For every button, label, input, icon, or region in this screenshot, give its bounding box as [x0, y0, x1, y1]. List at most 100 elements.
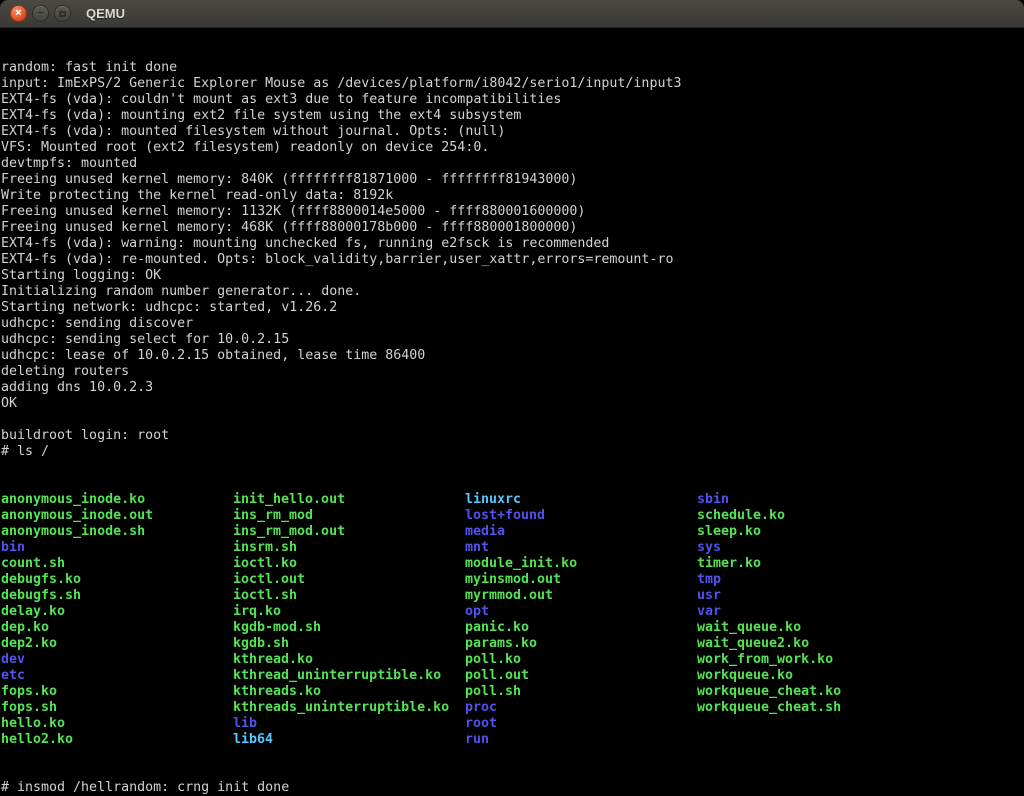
listing-row: anonymous_inode.shins_rm_mod.outmediasle…	[1, 524, 1024, 540]
close-icon: ×	[15, 8, 21, 19]
file-entry: workqueue.ko	[697, 668, 929, 684]
file-entry: ins_rm_mod	[233, 508, 465, 524]
log-line: # ls /	[1, 444, 1024, 460]
file-entry: kgdb.sh	[233, 636, 465, 652]
log-line: EXT4-fs (vda): warning: mounting uncheck…	[1, 236, 1024, 252]
log-line: Freeing unused kernel memory: 840K (ffff…	[1, 172, 1024, 188]
log-line: # insmod /hellrandom: crng init done	[1, 780, 1024, 796]
listing-row: fops.kokthreads.kopoll.shworkqueue_cheat…	[1, 684, 1024, 700]
file-entry: run	[465, 732, 697, 748]
file-entry: tmp	[697, 572, 929, 588]
boot-log: random: fast init doneinput: ImExPS/2 Ge…	[1, 60, 1024, 460]
file-entry: proc	[465, 700, 697, 716]
minimize-icon: −	[37, 8, 43, 19]
log-line: EXT4-fs (vda): mounting ext2 file system…	[1, 108, 1024, 124]
file-entry: ioctl.out	[233, 572, 465, 588]
file-entry: var	[697, 604, 929, 620]
file-entry: lib	[233, 716, 465, 732]
listing-row: devkthread.kopoll.kowork_from_work.ko	[1, 652, 1024, 668]
listing-row: hello2.kolib64run	[1, 732, 1024, 748]
log-line: devtmpfs: mounted	[1, 156, 1024, 172]
file-entry: irq.ko	[233, 604, 465, 620]
close-button[interactable]: ×	[10, 5, 27, 22]
listing-row: debugfs.koioctl.outmyinsmod.outtmp	[1, 572, 1024, 588]
log-line: udhcpc: sending discover	[1, 316, 1024, 332]
file-entry: root	[465, 716, 697, 732]
file-entry: sbin	[697, 492, 929, 508]
file-entry: kthreads.ko	[233, 684, 465, 700]
qemu-window: × − QEMU random: fast init doneinput: Im…	[0, 0, 1024, 796]
window-controls: × −	[10, 5, 76, 22]
file-entry: anonymous_inode.ko	[1, 492, 233, 508]
file-listing: anonymous_inode.koinit_hello.outlinuxrcs…	[1, 492, 1024, 748]
log-line: VFS: Mounted root (ext2 filesystem) read…	[1, 140, 1024, 156]
tail-log: # insmod /hellrandom: crng init done# in…	[1, 780, 1024, 796]
terminal-screen[interactable]: random: fast init doneinput: ImExPS/2 Ge…	[0, 28, 1024, 796]
listing-row: dep2.kokgdb.shparams.kowait_queue2.ko	[1, 636, 1024, 652]
file-entry: work_from_work.ko	[697, 652, 929, 668]
log-line: EXT4-fs (vda): mounted filesystem withou…	[1, 124, 1024, 140]
log-line	[1, 412, 1024, 428]
file-entry: opt	[465, 604, 697, 620]
file-entry: init_hello.out	[233, 492, 465, 508]
log-line: Freeing unused kernel memory: 468K (ffff…	[1, 220, 1024, 236]
log-line: udhcpc: lease of 10.0.2.15 obtained, lea…	[1, 348, 1024, 364]
file-entry: panic.ko	[465, 620, 697, 636]
listing-row: anonymous_inode.koinit_hello.outlinuxrcs…	[1, 492, 1024, 508]
listing-row: hello.kolibroot	[1, 716, 1024, 732]
file-entry: usr	[697, 588, 929, 604]
file-entry: hello2.ko	[1, 732, 233, 748]
file-entry: kgdb-mod.sh	[233, 620, 465, 636]
file-entry: ioctl.sh	[233, 588, 465, 604]
window-title: QEMU	[86, 6, 125, 21]
file-entry: sleep.ko	[697, 524, 929, 540]
file-entry: params.ko	[465, 636, 697, 652]
file-entry: anonymous_inode.out	[1, 508, 233, 524]
minimize-button[interactable]: −	[32, 5, 49, 22]
log-line: input: ImExPS/2 Generic Explorer Mouse a…	[1, 76, 1024, 92]
listing-row: bininsrm.shmntsys	[1, 540, 1024, 556]
file-entry: delay.ko	[1, 604, 233, 620]
file-entry: kthread.ko	[233, 652, 465, 668]
file-entry: fops.ko	[1, 684, 233, 700]
log-line: OK	[1, 396, 1024, 412]
file-entry: ioctl.ko	[233, 556, 465, 572]
file-entry: mnt	[465, 540, 697, 556]
file-entry: bin	[1, 540, 233, 556]
log-line: buildroot login: root	[1, 428, 1024, 444]
file-entry: kthread_uninterruptible.ko	[233, 668, 465, 684]
log-line: Starting network: udhcpc: started, v1.26…	[1, 300, 1024, 316]
listing-row: dep.kokgdb-mod.shpanic.kowait_queue.ko	[1, 620, 1024, 636]
file-entry: dep.ko	[1, 620, 233, 636]
file-entry: hello.ko	[1, 716, 233, 732]
listing-row: count.shioctl.komodule_init.kotimer.ko	[1, 556, 1024, 572]
file-entry: timer.ko	[697, 556, 929, 572]
maximize-button[interactable]	[54, 5, 71, 22]
file-entry: debugfs.sh	[1, 588, 233, 604]
log-line: random: fast init done	[1, 60, 1024, 76]
file-entry: lib64	[233, 732, 465, 748]
file-entry: myrmmod.out	[465, 588, 697, 604]
listing-row: anonymous_inode.outins_rm_modlost+founds…	[1, 508, 1024, 524]
file-entry: module_init.ko	[465, 556, 697, 572]
file-entry: sys	[697, 540, 929, 556]
log-line: udhcpc: sending select for 10.0.2.15	[1, 332, 1024, 348]
log-line: EXT4-fs (vda): re-mounted. Opts: block_v…	[1, 252, 1024, 268]
file-entry: workqueue_cheat.sh	[697, 700, 929, 716]
file-entry: anonymous_inode.sh	[1, 524, 233, 540]
file-entry: poll.sh	[465, 684, 697, 700]
log-line: deleting routers	[1, 364, 1024, 380]
maximize-icon	[59, 11, 66, 17]
file-entry: workqueue_cheat.ko	[697, 684, 929, 700]
log-line: Freeing unused kernel memory: 1132K (fff…	[1, 204, 1024, 220]
file-entry: media	[465, 524, 697, 540]
log-line: Starting logging: OK	[1, 268, 1024, 284]
file-entry: dev	[1, 652, 233, 668]
window-titlebar: × − QEMU	[0, 0, 1024, 28]
file-entry: insrm.sh	[233, 540, 465, 556]
file-entry: wait_queue2.ko	[697, 636, 929, 652]
file-entry: dep2.ko	[1, 636, 233, 652]
file-entry: poll.ko	[465, 652, 697, 668]
file-entry: debugfs.ko	[1, 572, 233, 588]
file-entry: myinsmod.out	[465, 572, 697, 588]
